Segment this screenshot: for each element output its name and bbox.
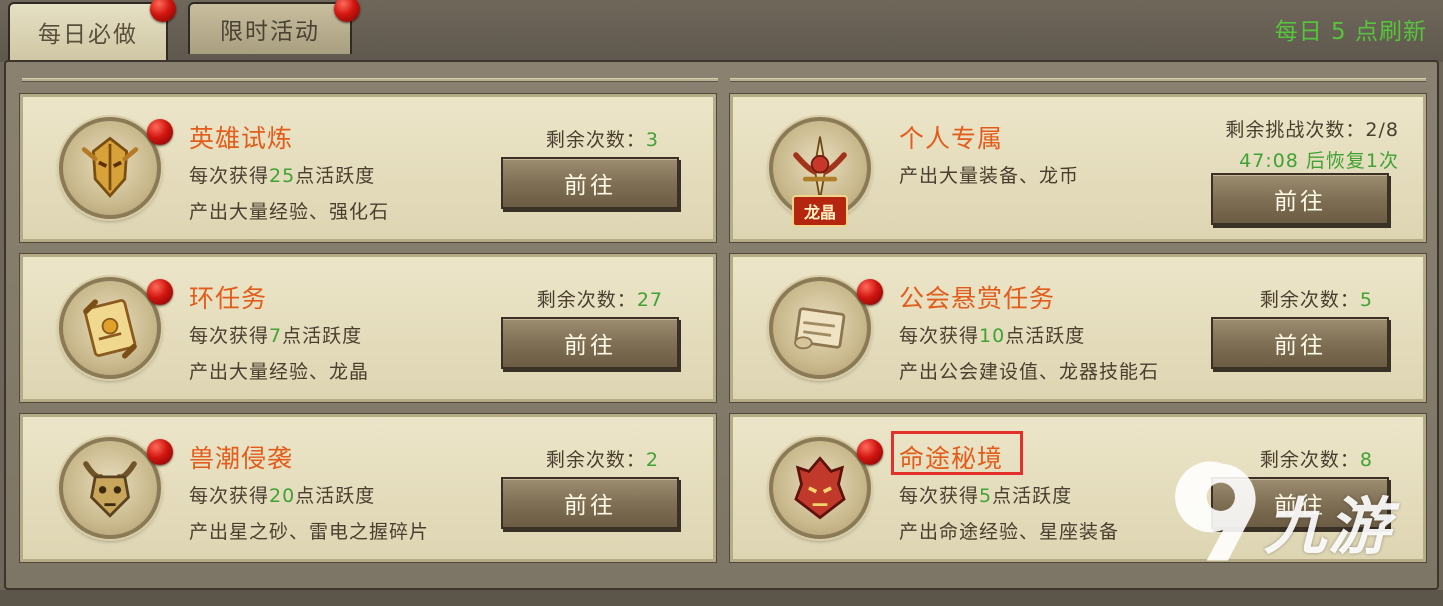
remaining-count: 剩余次数：2: [545, 449, 659, 471]
activity-reward-points: 每次获得20点活跃度: [189, 485, 376, 507]
remaining-challenges: 剩余挑战次数：2/8 47:08 后恢复1次: [1225, 119, 1399, 172]
activity-title: 英雄试炼: [189, 124, 294, 153]
activity-card-ring-quest: 环任务 每次获得7点活跃度 产出大量经验、龙晶 剩余次数：27 前往: [19, 253, 717, 403]
beast-mask-icon[interactable]: [59, 437, 173, 539]
refresh-notice: 每日 5 点刷新: [1274, 19, 1427, 45]
dragon-crystal-badge: 龙晶: [791, 195, 849, 227]
activity-title: 兽潮侵袭: [189, 444, 294, 473]
go-button[interactable]: 前往: [1211, 317, 1389, 369]
divider: [730, 78, 1426, 82]
activity-reward-points: 每次获得10点活跃度: [899, 325, 1086, 347]
scroll-quest-icon[interactable]: [59, 277, 173, 379]
activity-card-personal: 龙晶 个人专属 产出大量装备、龙币 剩余挑战次数：2/8 47:08 后恢复1次…: [729, 93, 1427, 243]
notification-dot: [147, 119, 173, 145]
activity-reward-points: 每次获得7点活跃度: [189, 325, 363, 347]
notification-dot: [857, 439, 883, 465]
activity-card-hero-trial: 英雄试炼 每次获得25点活跃度 产出大量经验、强化石 剩余次数：3 前往: [19, 93, 717, 243]
notification-dot: [147, 439, 173, 465]
guild-scroll-icon[interactable]: [769, 277, 883, 379]
activity-reward-points: 每次获得5点活跃度: [899, 485, 1073, 507]
golden-helmet-icon[interactable]: [59, 117, 173, 219]
activity-output: 产出命途经验、星座装备: [899, 521, 1120, 543]
remaining-count: 剩余次数：5: [1259, 289, 1373, 311]
activity-panel: 英雄试炼 每次获得25点活跃度 产出大量经验、强化石 剩余次数：3 前往 龙晶 …: [4, 60, 1439, 590]
activity-title: 个人专属: [899, 124, 1004, 153]
tab-limited-label: 限时活动: [220, 19, 320, 45]
go-button[interactable]: 前往: [501, 157, 679, 209]
go-button[interactable]: 前往: [501, 477, 679, 529]
activity-card-beast-tide: 兽潮侵袭 每次获得20点活跃度 产出星之砂、雷电之握碎片 剩余次数：2 前往: [19, 413, 717, 563]
dragon-crest-icon[interactable]: 龙晶: [769, 117, 871, 227]
remaining-count: 剩余次数：3: [545, 129, 659, 151]
activity-output: 产出大量经验、龙晶: [189, 361, 370, 383]
annotation-highlight-box: [891, 431, 1023, 475]
tab-daily[interactable]: 每日必做: [8, 0, 176, 60]
go-button[interactable]: 前往: [1211, 173, 1389, 225]
go-button[interactable]: 前往: [501, 317, 679, 369]
tab-bar: 每日必做 限时活动 每日 5 点刷新: [0, 0, 1443, 62]
activity-output: 产出大量经验、强化石: [189, 201, 390, 223]
go-button[interactable]: 前往: [1211, 477, 1389, 529]
activity-title: 环任务: [189, 284, 268, 313]
notification-dot: [147, 279, 173, 305]
remaining-count: 剩余次数：8: [1259, 449, 1373, 471]
activity-reward-points: 每次获得25点活跃度: [189, 165, 376, 187]
notification-dot: [334, 0, 360, 22]
remaining-count: 剩余次数：27: [536, 289, 663, 311]
tab-daily-label: 每日必做: [38, 22, 138, 48]
divider: [22, 78, 718, 82]
tab-limited-event[interactable]: 限时活动: [188, 0, 360, 54]
activity-card-guild-bounty: 公会悬赏任务 每次获得10点活跃度 产出公会建设值、龙器技能石 剩余次数：5 前…: [729, 253, 1427, 403]
activity-output: 产出公会建设值、龙器技能石: [899, 361, 1160, 383]
notification-dot: [150, 0, 176, 22]
activity-output: 产出大量装备、龙币: [899, 165, 1080, 187]
activity-card-destiny-realm: 命途秘境 每次获得5点活跃度 产出命途经验、星座装备 剩余次数：8 前往: [729, 413, 1427, 563]
bottom-strip: [0, 590, 1443, 606]
demon-mask-icon[interactable]: [769, 437, 883, 539]
notification-dot: [857, 279, 883, 305]
activity-title: 公会悬赏任务: [899, 284, 1056, 313]
recovery-timer: 47:08 后恢复1次: [1239, 150, 1399, 172]
activity-output: 产出星之砂、雷电之握碎片: [189, 521, 430, 543]
